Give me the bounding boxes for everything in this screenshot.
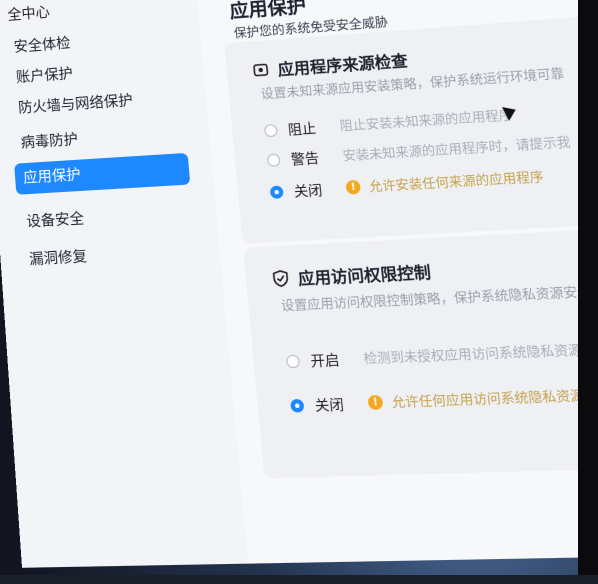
security-center-window: 全中心 安全体检 账户保护 防火墙与网络保护 病毒防护 应用保护 设备安全 漏洞… — [0, 0, 598, 584]
sidebar-title: 全中心 — [7, 4, 51, 24]
source-option-block[interactable]: 阻止 阻止安装未知来源的应用程序 — [263, 104, 513, 140]
access-option-off[interactable]: 关闭 ! 允许任何应用访问系统隐私资源 — [289, 384, 586, 416]
radio-off[interactable] — [289, 398, 305, 413]
radio-warn[interactable] — [266, 152, 281, 167]
sidebar-item-app-protection[interactable]: 应用保护 — [14, 152, 191, 195]
option-note: 检测到未授权应用访问系统隐私资源时，请 — [362, 340, 598, 367]
source-option-off[interactable]: 关闭 ! 允许安装任何来源的应用程序 — [269, 166, 544, 202]
shield-icon — [271, 269, 290, 287]
access-control-card: 应用访问权限控制 设置应用访问权限控制策略，保护系统隐私资源安全 开启 检测到未… — [243, 224, 598, 479]
option-note: 允许任何应用访问系统隐私资源 — [390, 387, 586, 411]
access-control-title: 应用访问权限控制 — [297, 262, 432, 289]
photo-edge — [578, 0, 598, 575]
warning-icon: ! — [367, 394, 384, 410]
option-note: 允许安装任何来源的应用程序 — [368, 169, 545, 195]
radio-on[interactable] — [285, 354, 301, 368]
radio-off[interactable] — [269, 184, 284, 199]
radio-block[interactable] — [263, 123, 278, 137]
app-source-icon — [251, 61, 270, 79]
option-label: 开启 — [309, 352, 341, 371]
source-check-card: 应用程序来源检查 设置未知来源应用安装策略，保护系统运行环境可靠 阻止 阻止安装… — [224, 10, 598, 244]
option-note: 阻止安装未知来源的应用程序 — [339, 107, 514, 134]
access-option-on[interactable]: 开启 检测到未授权应用访问系统隐私资源时，请 — [285, 337, 598, 372]
option-label: 关闭 — [314, 397, 345, 416]
main-panel: 应用保护 保护您的系统免受安全威胁 应用程序来源检查 设置未知来源应用安装策略，… — [192, 0, 598, 564]
sidebar-item-device-security[interactable]: 设备安全 — [21, 197, 194, 238]
option-label: 阻止 — [287, 121, 317, 140]
option-note: 安装未知来源的应用程序时，请提示我 — [342, 134, 572, 164]
warning-icon: ! — [345, 179, 362, 195]
option-label: 警告 — [290, 151, 320, 169]
sidebar-item-vulnerability-fix[interactable]: 漏洞修复 — [24, 235, 198, 276]
sidebar-item-virus-protection[interactable]: 病毒防护 — [16, 117, 187, 159]
option-label: 关闭 — [293, 183, 324, 201]
